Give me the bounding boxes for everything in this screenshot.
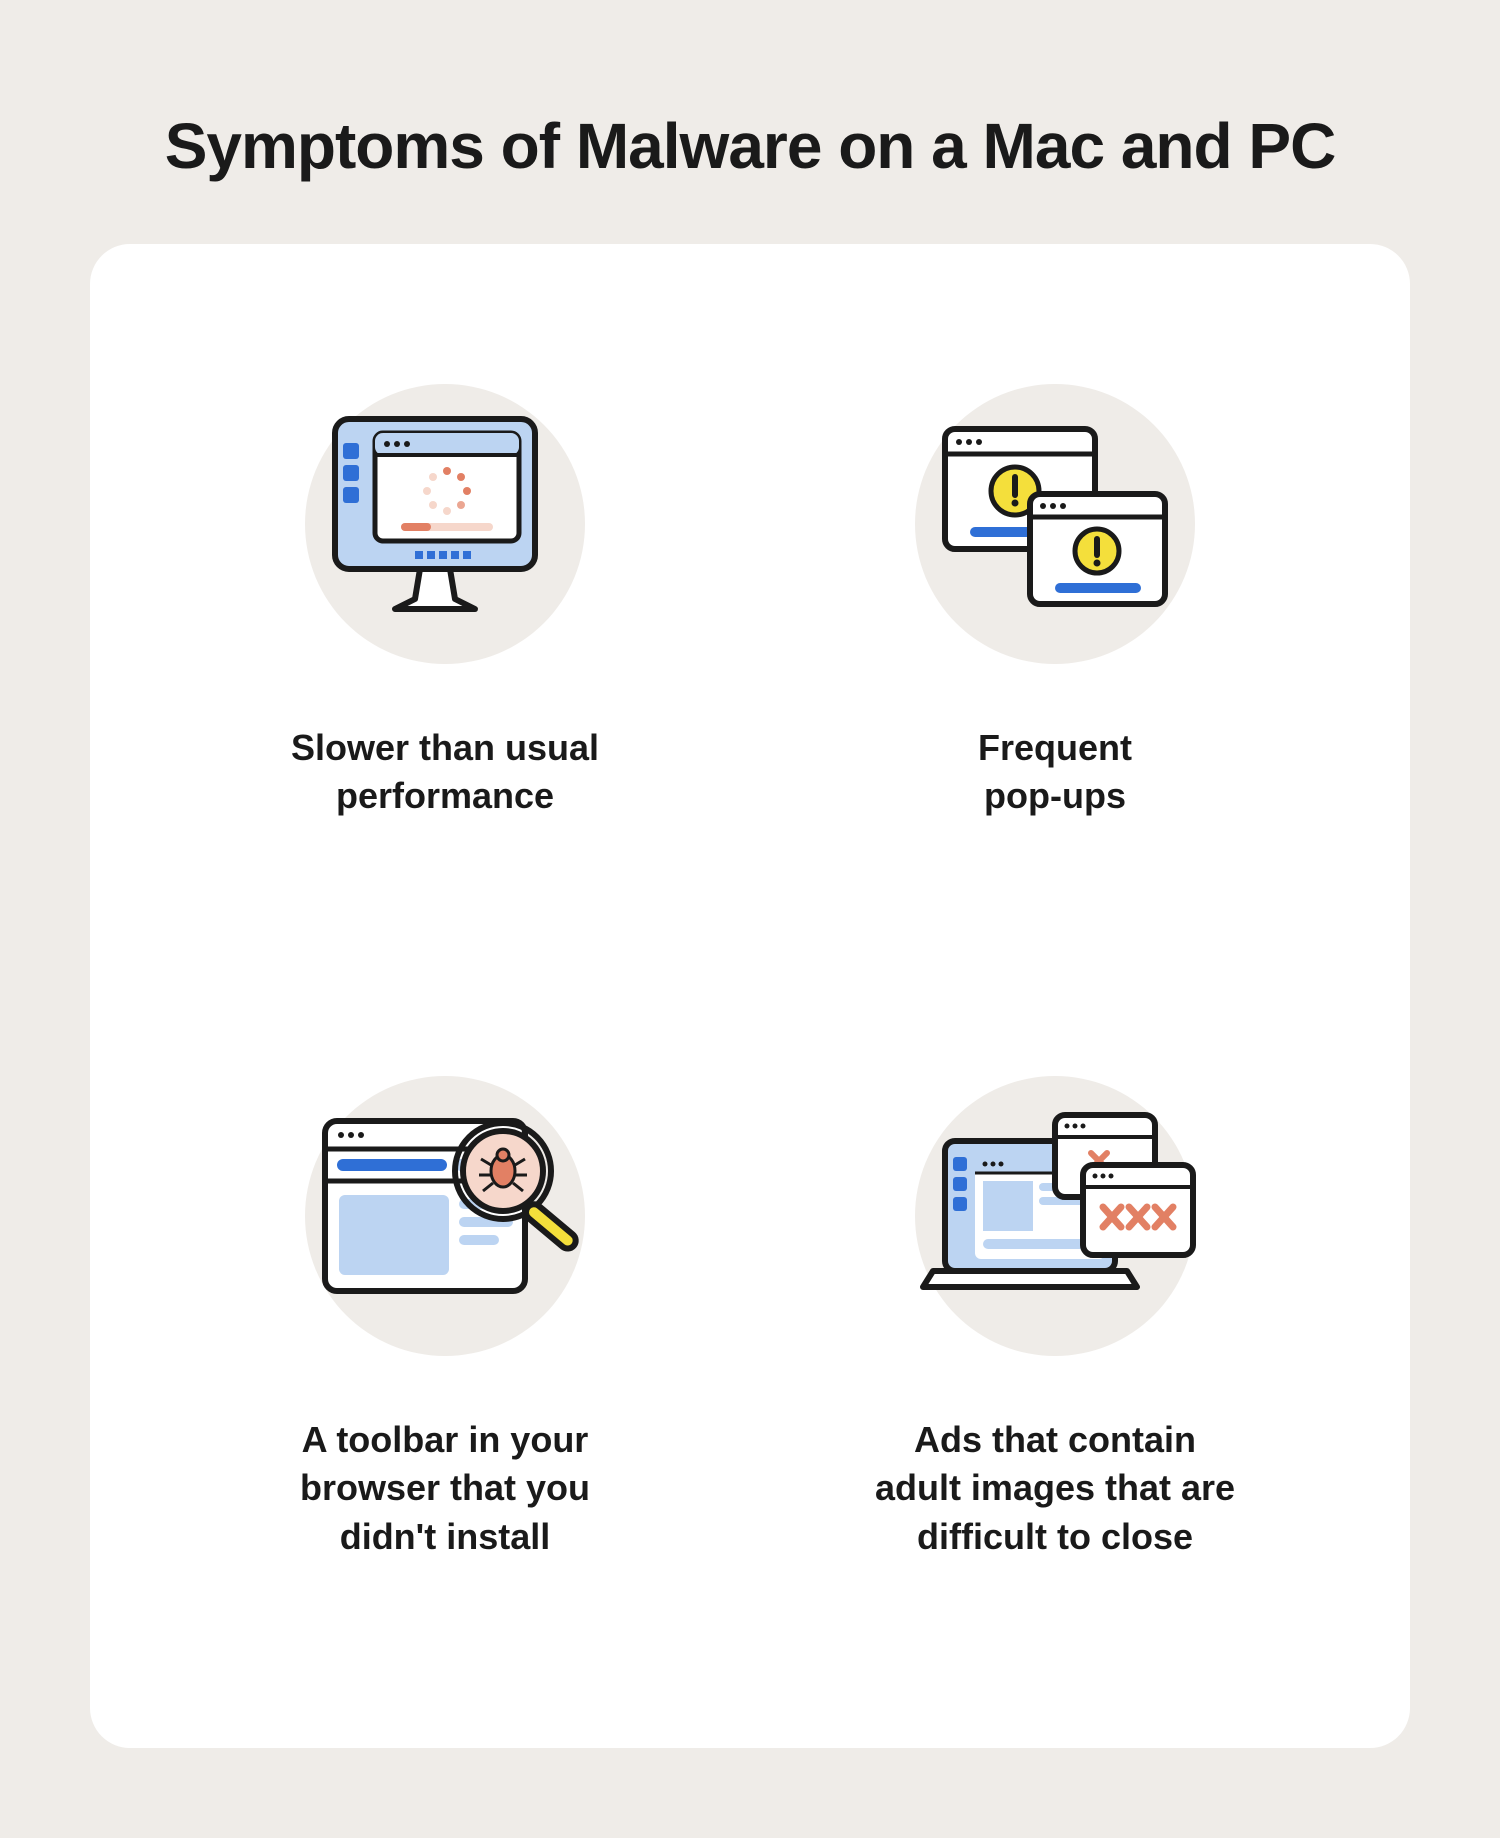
toolbar-magnify-icon [285,1056,605,1376]
infographic-page: Symptoms of Malware on a Mac and PC [0,0,1500,1838]
page-title: Symptoms of Malware on a Mac and PC [90,110,1410,184]
symptom-ads: Ads that contain adult images that are d… [875,1056,1235,1562]
symptom-label: Ads that contain adult images that are d… [875,1416,1235,1562]
symptom-label: A toolbar in your browser that you didn'… [300,1416,590,1562]
symptom-label: Frequent pop-ups [978,724,1132,821]
laptop-ads-icon [895,1056,1215,1376]
symptom-label: Slower than usual performance [291,724,599,821]
symptom-popups: Frequent pop-ups [895,364,1215,821]
symptoms-card: Slower than usual performance [90,244,1410,1748]
symptom-toolbar: A toolbar in your browser that you didn'… [285,1056,605,1562]
popup-warning-icon [895,364,1215,684]
symptom-slow: Slower than usual performance [285,364,605,821]
slow-computer-icon [285,364,605,684]
